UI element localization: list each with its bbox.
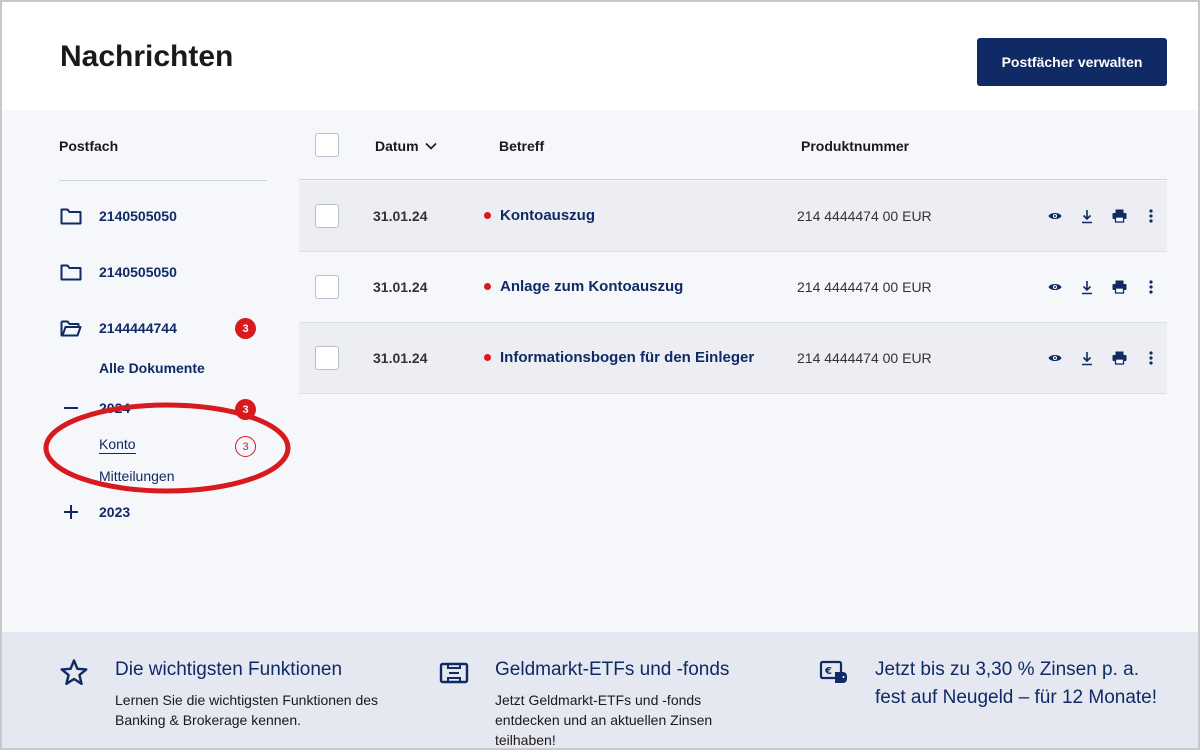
column-date-sort[interactable]: Datum — [375, 138, 437, 154]
download-icon[interactable] — [1077, 276, 1097, 298]
row-subject-text: Informationsbogen für den Einleger — [500, 349, 755, 366]
sidebar-year-label: 2023 — [99, 504, 131, 520]
row-subject-link[interactable]: Informationsbogen für den Einleger — [484, 349, 754, 366]
page-header: Nachrichten Postfächer verwalten — [0, 0, 1200, 110]
unread-dot-icon — [484, 212, 491, 219]
eye-icon[interactable] — [1045, 347, 1065, 369]
table-row[interactable]: 31.01.24 Anlage zum Kontoauszug 214 4444… — [299, 252, 1167, 323]
row-checkbox[interactable] — [315, 204, 339, 228]
sidebar-account-label: 2140505050 — [99, 264, 177, 280]
unread-dot-icon — [484, 283, 491, 290]
sidebar-sub-mitteilungen[interactable]: Mitteilungen — [99, 468, 175, 484]
more-options-icon[interactable] — [1141, 276, 1161, 298]
chevron-down-icon — [424, 142, 437, 150]
row-product-number: 214 4444474 00 EUR — [797, 350, 932, 366]
plus-icon — [59, 500, 83, 524]
sidebar-account-2[interactable]: 2140505050 — [59, 260, 269, 284]
promo-text: Jetzt Geldmarkt-ETFs und -fonds entdecke… — [495, 692, 713, 748]
download-icon[interactable] — [1077, 205, 1097, 227]
print-icon[interactable] — [1109, 276, 1129, 298]
row-checkbox[interactable] — [315, 275, 339, 299]
star-icon — [59, 658, 89, 688]
minus-icon — [59, 396, 83, 420]
manage-mailboxes-button[interactable]: Postfächer verwalten — [977, 38, 1167, 86]
konto-count-badge: 3 — [235, 436, 256, 457]
sidebar-sub-konto[interactable]: Konto — [99, 436, 136, 454]
sidebar-account-label: 2140505050 — [99, 208, 177, 224]
page-title: Nachrichten — [60, 40, 234, 73]
unread-count-badge: 3 — [235, 399, 256, 420]
table-header: Datum Betreff Produktnummer — [299, 110, 1167, 180]
unread-count-badge: 3 — [235, 318, 256, 339]
unread-dot-icon — [484, 354, 491, 361]
etf-icon — [439, 658, 469, 688]
row-date: 31.01.24 — [373, 350, 428, 366]
sidebar-title: Postfach — [59, 138, 119, 154]
folder-icon — [59, 204, 83, 228]
row-subject-text: Kontoauszug — [500, 207, 595, 224]
sidebar-year-2023[interactable]: 2023 — [59, 500, 269, 524]
row-product-number: 214 4444474 00 EUR — [797, 279, 932, 295]
row-subject-text: Anlage zum Kontoauszug — [500, 278, 684, 295]
table-row[interactable]: 31.01.24 Kontoauszug 214 4444474 00 EUR — [299, 181, 1167, 252]
more-options-icon[interactable] — [1141, 347, 1161, 369]
savings-icon: € — [819, 658, 849, 688]
svg-text:€: € — [824, 666, 832, 677]
promo-title[interactable]: Jetzt bis zu 3,30 % Zinsen p. a. fest au… — [875, 656, 1165, 712]
folder-icon — [59, 260, 83, 284]
promo-text: Lernen Sie die wichtigsten Funktionen de… — [115, 692, 379, 728]
row-date: 31.01.24 — [373, 208, 428, 224]
sidebar-year-label: 2024 — [99, 400, 131, 416]
more-options-icon[interactable] — [1141, 205, 1161, 227]
row-subject-link[interactable]: Anlage zum Kontoauszug — [484, 278, 683, 295]
sidebar-divider — [59, 180, 267, 181]
column-subject-label: Betreff — [499, 138, 545, 154]
promo-title[interactable]: Geldmarkt-ETFs und -fonds — [495, 659, 729, 681]
print-icon[interactable] — [1109, 205, 1129, 227]
column-date-label: Datum — [375, 138, 419, 154]
sidebar-all-documents[interactable]: Alle Dokumente — [99, 360, 205, 376]
table-row[interactable]: 31.01.24 Informationsbogen für den Einle… — [299, 323, 1167, 394]
eye-icon[interactable] — [1045, 205, 1065, 227]
row-product-number: 214 4444474 00 EUR — [797, 208, 932, 224]
sidebar-account-label: 2144444744 — [99, 320, 177, 336]
row-date: 31.01.24 — [373, 279, 428, 295]
download-icon[interactable] — [1077, 347, 1097, 369]
row-checkbox[interactable] — [315, 346, 339, 370]
main-content: Postfach 2140505050 2140505050 214444474… — [0, 110, 1200, 632]
row-subject-link[interactable]: Kontoauszug — [484, 207, 595, 224]
column-product-label: Produktnummer — [801, 138, 910, 154]
sidebar-account-1[interactable]: 2140505050 — [59, 204, 269, 228]
folder-open-icon — [59, 316, 83, 340]
select-all-checkbox[interactable] — [315, 133, 339, 157]
print-icon[interactable] — [1109, 347, 1129, 369]
eye-icon[interactable] — [1045, 276, 1065, 298]
promo-band: Die wichtigsten Funktionen Lernen Sie di… — [0, 632, 1200, 750]
promo-title[interactable]: Die wichtigsten Funktionen — [115, 659, 342, 681]
